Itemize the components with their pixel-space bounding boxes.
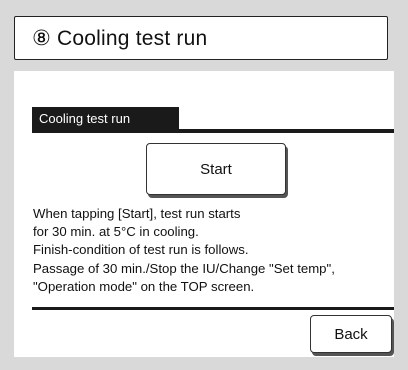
page-title: ⑧ Cooling test run — [14, 16, 388, 60]
section-label-text: Cooling test run — [39, 110, 131, 126]
back-button[interactable]: Back — [310, 315, 392, 353]
description-text: When tapping [Start], test run starts fo… — [33, 205, 391, 296]
description-line: Finish-condition of test run is follows. — [33, 242, 249, 258]
description-line: for 30 min. at 5°C in cooling. — [33, 224, 199, 240]
section-label: Cooling test run — [32, 107, 179, 129]
page-title-text: ⑧ Cooling test run — [32, 26, 208, 50]
start-button-label: Start — [200, 160, 232, 178]
start-button[interactable]: Start — [146, 143, 286, 195]
back-button-label: Back — [334, 325, 368, 343]
footer-divider — [32, 307, 394, 310]
description-line: Passage of 30 min./Stop the IU/Change "S… — [33, 260, 335, 276]
section-divider — [32, 129, 394, 133]
description-line: When tapping [Start], test run starts — [33, 206, 241, 221]
main-panel: Cooling test run Start When tapping [Sta… — [14, 71, 394, 357]
description-line: "Operation mode" on the TOP screen. — [33, 278, 255, 294]
